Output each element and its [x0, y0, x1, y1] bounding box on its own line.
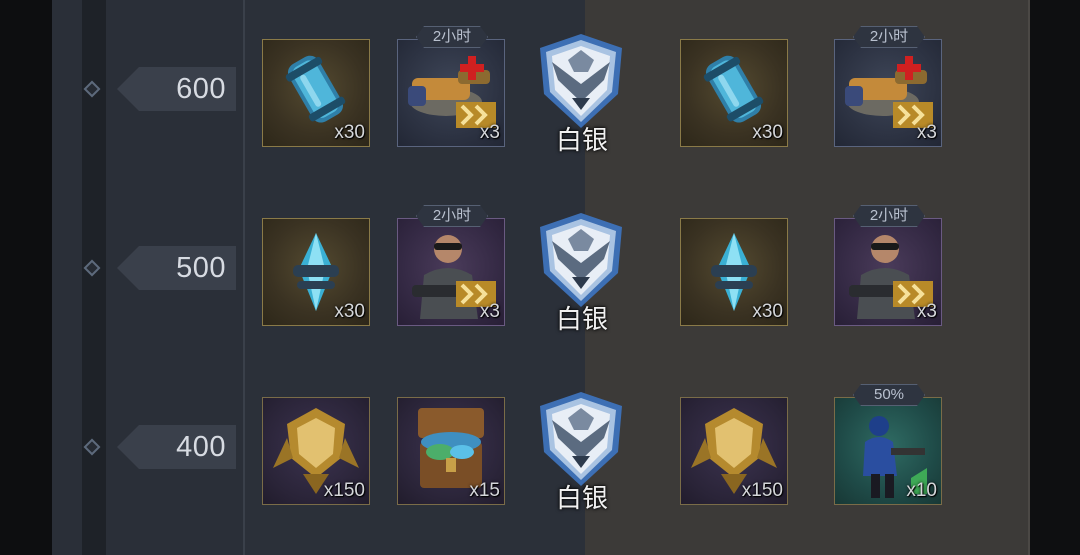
level-value: 400 [176, 431, 226, 463]
duration-text: 2小时 [869, 28, 909, 45]
reward-quantity: x150 [741, 480, 783, 501]
reward-slot-free-1[interactable]: x30 [262, 39, 370, 147]
level-tag: 500 [117, 246, 236, 290]
reward-slot-free-2[interactable]: 2小时 x3 [397, 39, 505, 147]
reward-quantity: x30 [334, 301, 365, 322]
silver-rank-eagle-icon[interactable] [532, 211, 630, 311]
rank-label: 白银 [555, 304, 608, 334]
reward-quantity: x15 [469, 480, 500, 501]
level-value: 600 [176, 73, 226, 105]
duration-text: 2小时 [869, 207, 909, 224]
tier-row-500: 500 x30 2小时 x3 白银 x30 2小时 x3 [0, 203, 1080, 334]
reward-quantity: x3 [916, 301, 937, 322]
reward-slot-premium-2[interactable]: 2小时 x3 [834, 39, 942, 147]
tier-row-600: 600 x30 2小时 x3 白银 x30 2小时 x3 [0, 24, 1080, 155]
track-node-diamond [83, 438, 101, 456]
duration-text: 2小时 [432, 207, 472, 224]
reward-slot-premium-2[interactable]: 2小时 x3 [834, 218, 942, 326]
duration-tag: 2小时 [416, 26, 488, 48]
reward-quantity: x3 [479, 301, 500, 322]
reward-slot-premium-1[interactable]: x30 [680, 218, 788, 326]
track-node-diamond [83, 80, 101, 98]
silver-rank-eagle-icon[interactable] [532, 390, 630, 490]
rank-label: 白银 [555, 483, 608, 513]
duration-tag: 2小时 [853, 26, 925, 48]
reward-quantity: x10 [906, 480, 937, 501]
duration-tag: 2小时 [853, 205, 925, 227]
reward-quantity: x30 [752, 122, 783, 143]
reward-quantity: x30 [752, 301, 783, 322]
reward-slot-premium-2[interactable]: 50% x10 [834, 397, 942, 505]
level-tag: 400 [117, 425, 236, 469]
reward-slot-premium-1[interactable]: x150 [680, 397, 788, 505]
duration-tag: 2小时 [416, 205, 488, 227]
reward-quantity: x3 [479, 122, 500, 143]
reward-slot-premium-1[interactable]: x30 [680, 39, 788, 147]
reward-quantity: x30 [334, 122, 365, 143]
rank-label: 白银 [555, 125, 608, 155]
silver-rank-eagle-icon[interactable] [532, 32, 630, 132]
reward-slot-free-2[interactable]: 2小时 x3 [397, 218, 505, 326]
level-tag: 600 [117, 67, 236, 111]
tier-row-400: 400 x150 x15 白银 x150 50% x10 [0, 382, 1080, 513]
level-value: 500 [176, 252, 226, 284]
reward-slot-free-2[interactable]: x15 [397, 397, 505, 505]
track-node-diamond [83, 259, 101, 277]
duration-text: 2小时 [432, 28, 472, 45]
reward-slot-free-1[interactable]: x30 [262, 218, 370, 326]
reward-slot-free-1[interactable]: x150 [262, 397, 370, 505]
reward-quantity: x3 [916, 122, 937, 143]
discount-text: 50% [873, 386, 905, 403]
reward-quantity: x150 [323, 480, 365, 501]
discount-tag: 50% [853, 384, 925, 406]
